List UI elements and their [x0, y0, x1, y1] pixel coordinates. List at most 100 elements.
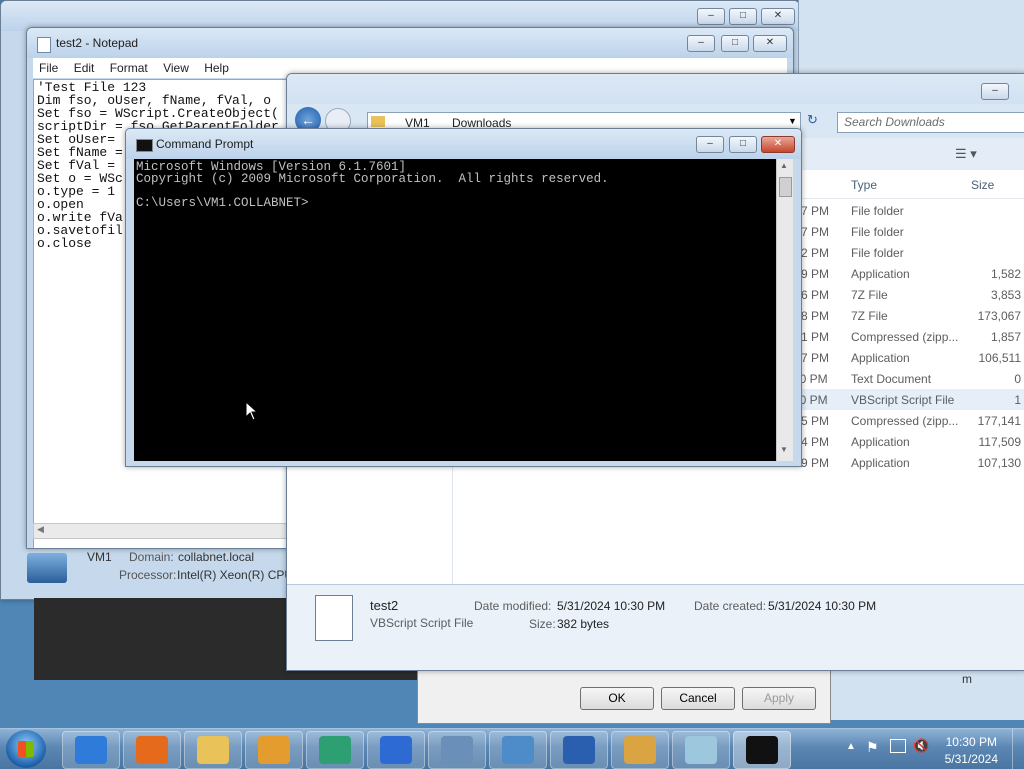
breadcrumb-dropdown-icon[interactable]: ▼: [788, 116, 797, 126]
row-size: 3,853: [990, 288, 1021, 302]
view-options-icon[interactable]: ☰ ▾: [955, 146, 977, 162]
system-clock[interactable]: 10:30 PM 5/31/2024: [945, 735, 998, 766]
column-header-size[interactable]: Size: [971, 178, 994, 192]
row-size: 117,509: [978, 435, 1022, 449]
cmd-close-button[interactable]: ✕: [761, 136, 795, 153]
background-maximize-button[interactable]: □: [729, 8, 757, 25]
taskbar-button[interactable]: [733, 731, 791, 769]
details-created-label: Date created:: [694, 599, 767, 613]
cmd-app-icon: [136, 139, 153, 152]
row-date: 2 PM: [801, 246, 830, 260]
scroll-down-arrow-icon[interactable]: ▼: [780, 445, 788, 454]
start-button[interactable]: [6, 730, 46, 768]
windows-logo-icon: [18, 741, 34, 757]
row-type: Text Document: [851, 372, 932, 386]
notepad-title: test2 - Notepad: [56, 36, 139, 50]
taskbar-button[interactable]: [123, 731, 181, 769]
notepad-minimize-button[interactable]: –: [687, 35, 715, 52]
row-size: 173,067: [977, 309, 1021, 323]
domain-value: collabnet.local: [178, 550, 255, 564]
details-created-value: 5/31/2024 10:30 PM: [768, 599, 877, 613]
scroll-thumb[interactable]: [779, 177, 792, 197]
row-type: 7Z File: [851, 309, 888, 323]
network-icon[interactable]: [890, 739, 906, 753]
vbscript-file-icon: [315, 595, 353, 641]
taskbar-button[interactable]: [245, 731, 303, 769]
clock-date: 5/31/2024: [944, 752, 998, 766]
cmd-vscrollbar[interactable]: ▲ ▼: [776, 159, 793, 461]
show-hidden-icons-arrow[interactable]: ▲: [846, 741, 856, 752]
mouse-cursor-icon: [245, 401, 259, 421]
notepad-maximize-button[interactable]: □: [721, 35, 749, 52]
taskbar-button[interactable]: [62, 731, 120, 769]
row-type: Application: [851, 351, 910, 365]
taskbar-button[interactable]: [550, 731, 608, 769]
domain-label: Domain:: [129, 550, 174, 564]
dialog-tail-text: m: [962, 672, 972, 686]
details-pane: test2 VBScript Script File Date modified…: [287, 584, 1024, 670]
row-size: 1: [1014, 393, 1021, 407]
cmd-console-output[interactable]: Microsoft Windows [Version 6.1.7601] Cop…: [134, 159, 778, 461]
volume-muted-icon[interactable]: 🔇: [913, 738, 929, 754]
row-date: 9 PM: [801, 456, 830, 470]
row-type: VBScript Script File: [851, 393, 955, 407]
chrome-icon: [380, 736, 412, 764]
search-input[interactable]: Search Downloads: [837, 112, 1024, 133]
search-tool-icon: [624, 736, 656, 764]
row-type: File folder: [851, 225, 904, 239]
taskbar-button[interactable]: [611, 731, 669, 769]
cancel-button[interactable]: Cancel: [661, 687, 735, 710]
row-date: 9 PM: [801, 267, 830, 281]
console-line: Copyright (c) 2009 Microsoft Corporation…: [136, 172, 609, 186]
notepad-titlebar[interactable]: test2 - Notepad – □ ✕: [27, 28, 793, 58]
notepad-close-button[interactable]: ✕: [753, 35, 787, 52]
taskbar-button[interactable]: [184, 731, 242, 769]
background-minimize-button[interactable]: –: [697, 8, 725, 25]
taskbar-button[interactable]: [672, 731, 730, 769]
taskbar: ▲ ⚑ 🔇 10:30 PM 5/31/2024: [0, 728, 1024, 769]
taskbar-button[interactable]: [489, 731, 547, 769]
explorer-minimize-button[interactable]: –: [981, 83, 1009, 100]
notepad-hscrollbar[interactable]: ◀: [33, 523, 291, 539]
menu-format[interactable]: Format: [104, 58, 154, 78]
cmd-titlebar[interactable]: Command Prompt – □ ✕: [126, 129, 801, 159]
ok-button[interactable]: OK: [580, 687, 654, 710]
row-size: 1,857: [990, 330, 1021, 344]
column-header-type[interactable]: Type: [851, 178, 877, 192]
file-explorer-icon: [197, 736, 229, 764]
details-modified-value: 5/31/2024 10:30 PM: [557, 599, 666, 613]
details-modified-label: Date modified:: [474, 599, 552, 613]
console-prompt: C:\Users\VM1.COLLABNET>: [136, 196, 309, 210]
action-center-flag-icon[interactable]: ⚑: [866, 739, 879, 756]
cmd-minimize-button[interactable]: –: [696, 136, 724, 153]
taskbar-button[interactable]: [367, 731, 425, 769]
background-close-button[interactable]: ✕: [761, 8, 795, 25]
menu-file[interactable]: File: [33, 58, 64, 78]
scroll-left-arrow-icon[interactable]: ◀: [37, 524, 44, 535]
menu-help[interactable]: Help: [198, 58, 235, 78]
details-file-type: VBScript Script File: [370, 616, 474, 630]
refresh-icon[interactable]: ↻: [807, 112, 818, 128]
row-date: 6 PM: [801, 288, 830, 302]
scroll-up-arrow-icon[interactable]: ▲: [780, 161, 788, 170]
menu-edit[interactable]: Edit: [68, 58, 101, 78]
row-date: 8 PM: [801, 309, 830, 323]
menu-view[interactable]: View: [157, 58, 195, 78]
taskbar-button[interactable]: [428, 731, 486, 769]
apply-button[interactable]: Apply: [742, 687, 816, 710]
computer-name: VM1: [87, 550, 112, 564]
internet-explorer-icon: [75, 736, 107, 764]
row-date: 7 PM: [801, 204, 830, 218]
taskbar-button[interactable]: [306, 731, 364, 769]
show-desktop-button[interactable]: [1012, 729, 1024, 769]
cmd-window: Command Prompt – □ ✕ Microsoft Windows […: [125, 128, 802, 467]
details-size-value: 382 bytes: [557, 617, 610, 631]
row-size: 0: [1014, 372, 1021, 386]
row-type: Application: [851, 435, 910, 449]
firefox-icon: [136, 736, 168, 764]
cmd-maximize-button[interactable]: □: [729, 136, 757, 153]
media-player-icon: [258, 736, 290, 764]
nt-tool-icon: [563, 736, 595, 764]
row-size: 107,130: [977, 456, 1021, 470]
notepad-app-icon: [37, 37, 51, 53]
